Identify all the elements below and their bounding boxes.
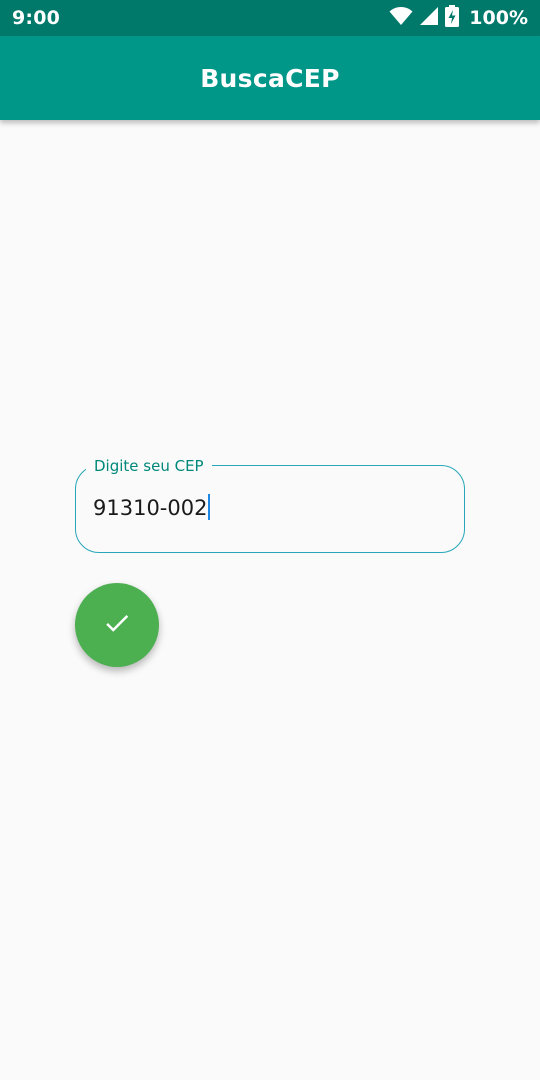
signal-icon: [419, 6, 439, 30]
status-icons: 100%: [389, 5, 528, 31]
cep-input[interactable]: 91310-002: [93, 494, 211, 521]
cep-input-value: 91310-002: [93, 496, 208, 520]
app-title: BuscaCEP: [200, 63, 340, 93]
wifi-icon: [389, 6, 413, 30]
app-bar: BuscaCEP: [0, 36, 540, 120]
cep-field[interactable]: Digite seu CEP 91310-002: [75, 457, 465, 553]
confirm-fab-button[interactable]: [75, 583, 159, 667]
status-bar: 9:00 100%: [0, 0, 540, 36]
check-icon: [102, 608, 132, 642]
status-time: 9:00: [12, 7, 61, 29]
cep-field-label: Digite seu CEP: [86, 457, 212, 475]
battery-charging-icon: [445, 5, 460, 31]
text-cursor: [208, 494, 211, 520]
battery-percent: 100%: [469, 7, 528, 29]
